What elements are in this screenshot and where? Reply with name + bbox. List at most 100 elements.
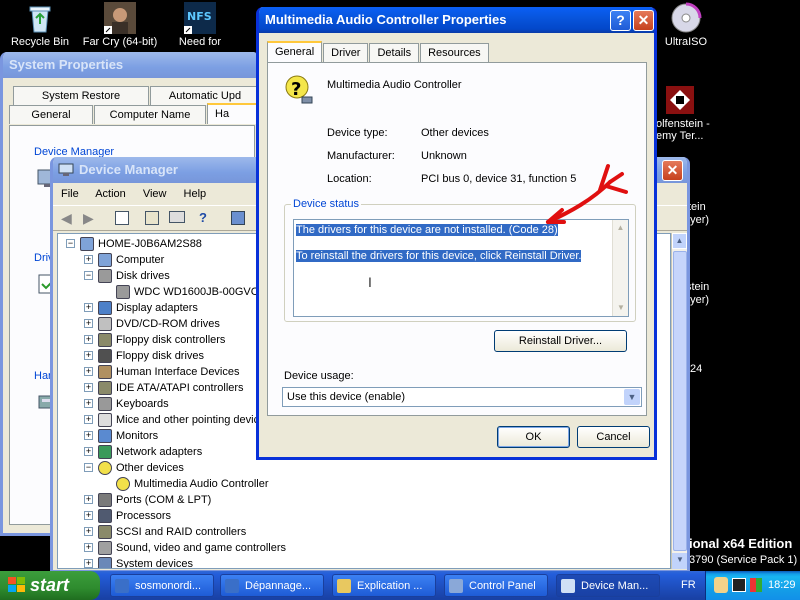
desktop-icon-wolfenstein[interactable]: olfenstein - emy Ter... <box>656 84 726 142</box>
system-properties-titlebar[interactable]: System Properties <box>3 52 257 78</box>
collapse-icon[interactable]: − <box>84 271 93 280</box>
unknown-device-icon <box>116 477 130 491</box>
expand-icon[interactable]: + <box>84 335 93 344</box>
device-status-textbox[interactable]: The drivers for this device are not inst… <box>293 219 629 317</box>
floppy-icon <box>98 349 112 363</box>
tree-row[interactable]: − Other devices <box>58 460 670 476</box>
reinstall-driver-button[interactable]: Reinstall Driver... <box>494 330 627 352</box>
taskbar-item[interactable]: Control Panel <box>444 574 548 597</box>
menu-action[interactable]: Action <box>95 188 126 200</box>
taskbar-item[interactable]: Dépannage... <box>220 574 324 597</box>
tab-general[interactable]: General <box>9 105 93 124</box>
red-arrow-annotation <box>546 164 628 224</box>
tab-computer-name[interactable]: Computer Name <box>94 105 206 124</box>
close-button[interactable]: ✕ <box>633 10 654 31</box>
show-hide-console-tree-icon[interactable] <box>115 211 129 225</box>
language-indicator[interactable]: FR <box>681 579 696 591</box>
expand-icon[interactable]: + <box>84 543 93 552</box>
tree-row[interactable]: Multimedia Audio Controller <box>58 476 670 492</box>
desktop-icon-label: UltraISO <box>664 36 708 48</box>
taskbar-item[interactable]: Explication ... <box>332 574 436 597</box>
properties-dialog[interactable]: Multimedia Audio Controller Properties ?… <box>256 7 657 460</box>
expand-icon[interactable]: + <box>84 319 93 328</box>
status-scrollbar[interactable]: ▲ ▼ <box>612 220 628 316</box>
clock[interactable]: 18:29 <box>768 579 796 591</box>
taskbar: start sosmonordi... Dépannage... Explica… <box>0 571 800 600</box>
collapse-icon[interactable]: − <box>84 463 93 472</box>
scan-hardware-icon[interactable] <box>231 211 245 225</box>
scroll-thumb[interactable] <box>673 251 687 551</box>
tab-driver[interactable]: Driver <box>323 43 369 62</box>
properties-icon[interactable] <box>145 211 159 225</box>
tab-system-restore[interactable]: System Restore <box>13 86 149 105</box>
tab-label: Automatic Upd <box>168 90 242 102</box>
scroll-down-arrow[interactable]: ▼ <box>613 300 628 316</box>
desktop-icon-need-for-speed[interactable]: NFS Need for <box>162 2 238 48</box>
mouse-icon <box>98 413 112 427</box>
tab-label: Details <box>377 47 412 59</box>
desktop-icon-label: Need for <box>178 36 222 48</box>
taskbar-item-label: sosmonordi... <box>135 580 202 592</box>
expand-icon[interactable]: + <box>84 431 93 440</box>
scroll-up-arrow[interactable]: ▲ <box>672 233 687 249</box>
taskbar-item-active[interactable]: Device Man... <box>556 574 660 597</box>
expand-icon[interactable]: + <box>84 511 93 520</box>
tab-resources[interactable]: Resources <box>420 43 489 62</box>
dropdown-arrow-icon[interactable]: ▼ <box>624 389 640 405</box>
collapse-icon[interactable]: − <box>66 239 75 248</box>
button-label: Reinstall Driver... <box>518 335 603 347</box>
expand-icon[interactable]: + <box>84 303 93 312</box>
tree-row[interactable]: + SCSI and RAID controllers <box>58 524 670 540</box>
tab-label: System Restore <box>41 90 121 102</box>
tree-row[interactable]: + Sound, video and game controllers <box>58 540 670 556</box>
hand-icon[interactable] <box>714 577 728 593</box>
desktop-icon-label: olfenstein - <box>656 118 710 130</box>
expand-icon[interactable]: + <box>84 495 93 504</box>
menu-file[interactable]: File <box>61 188 79 200</box>
scroll-down-arrow[interactable]: ▼ <box>672 553 687 569</box>
ok-button[interactable]: OK <box>497 426 570 448</box>
help-button[interactable]: ? <box>610 10 631 31</box>
menu-view[interactable]: View <box>143 188 167 200</box>
tree-row[interactable]: + Ports (COM & LPT) <box>58 492 670 508</box>
network-icon[interactable] <box>732 578 746 592</box>
expand-icon[interactable]: + <box>84 559 93 568</box>
tree-row-label: Disk drives <box>116 270 170 282</box>
expand-icon[interactable]: + <box>84 447 93 456</box>
back-arrow-icon[interactable]: ◀ <box>61 210 72 227</box>
forward-arrow-icon[interactable]: ▶ <box>83 210 94 227</box>
start-button[interactable]: start <box>0 571 100 600</box>
cancel-button[interactable]: Cancel <box>577 426 650 448</box>
location-label: Location: <box>327 173 372 185</box>
desktop-icon-label: Far Cry (64-bit) <box>82 36 158 48</box>
tree-row[interactable]: + System devices <box>58 556 670 568</box>
expand-icon[interactable]: + <box>84 527 93 536</box>
tree-row[interactable]: + Processors <box>58 508 670 524</box>
device-usage-select[interactable]: Use this device (enable) ▼ <box>282 387 642 407</box>
desktop-icon-recycle-bin[interactable]: Recycle Bin <box>2 2 78 48</box>
expand-icon[interactable]: + <box>84 255 93 264</box>
help-icon[interactable]: ? <box>199 210 213 226</box>
expand-icon[interactable]: + <box>84 351 93 360</box>
tree-scrollbar[interactable]: ▲ ▼ <box>671 233 687 569</box>
properties-dialog-titlebar[interactable]: Multimedia Audio Controller Properties ?… <box>259 7 654 33</box>
desktop-icon-far-cry[interactable]: Far Cry (64-bit) <box>82 2 158 48</box>
expand-icon[interactable]: + <box>84 399 93 408</box>
print-icon[interactable] <box>169 211 185 223</box>
expand-icon[interactable]: + <box>84 367 93 376</box>
tab-hardware[interactable]: Ha <box>207 103 257 124</box>
device-name: Multimedia Audio Controller <box>327 79 462 91</box>
expand-icon[interactable]: + <box>84 383 93 392</box>
tree-row-label: IDE ATA/ATAPI controllers <box>116 382 244 394</box>
menu-help[interactable]: Help <box>184 188 207 200</box>
desktop-icon-ultraiso[interactable]: UltraISO <box>656 2 716 48</box>
close-button[interactable]: ✕ <box>662 160 683 181</box>
tab-details[interactable]: Details <box>369 43 420 62</box>
taskbar-item[interactable]: sosmonordi... <box>110 574 214 597</box>
ultraiso-icon <box>671 2 702 33</box>
volume-icon[interactable] <box>750 578 762 592</box>
device-status-legend: Device status <box>291 198 362 210</box>
button-label: Cancel <box>596 431 631 443</box>
expand-icon[interactable]: + <box>84 415 93 424</box>
tab-general[interactable]: General <box>267 41 323 62</box>
